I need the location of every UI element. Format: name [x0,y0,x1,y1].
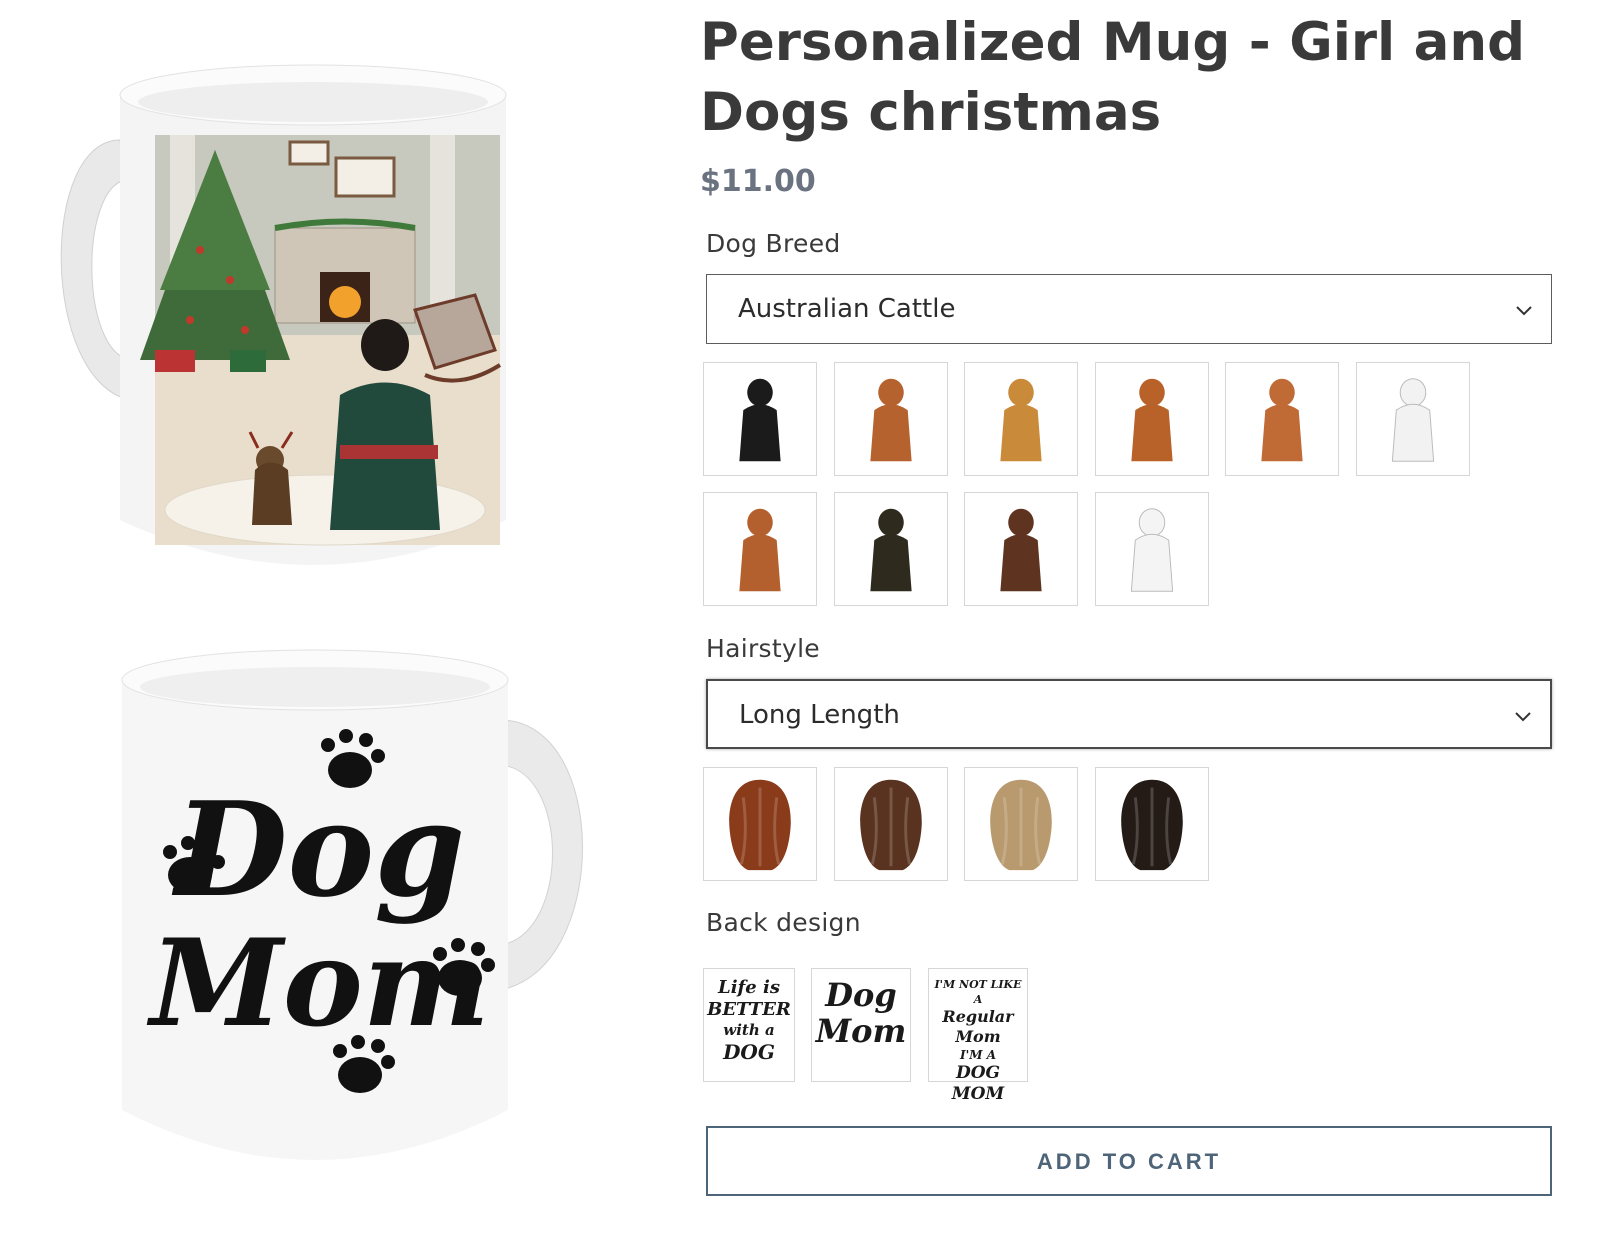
back-design-swatch[interactable]: Life is BETTER with a DOG [703,968,795,1082]
dog-breed-selected-value: Australian Cattle [738,294,956,324]
dog-breed-swatch[interactable] [833,492,948,606]
hairstyle-swatch[interactable] [1094,767,1209,881]
dog-back-icon [1391,378,1434,462]
dog-breed-select[interactable]: Australian Cattle [706,274,1552,344]
hair-icon [729,779,791,871]
dog-breed-swatch[interactable] [703,492,817,606]
back-design-swatch[interactable]: Dog Mom [811,968,911,1082]
hairstyle-swatch[interactable] [703,767,817,881]
back-design-line: I'M NOT LIKE A [934,978,1022,1006]
back-design-line: BETTER [707,999,791,1020]
back-design-line: I'M A [959,1048,997,1062]
hairstyle-select[interactable]: Long Length [706,679,1552,749]
dog-back-icon [739,378,781,462]
mug-front-illustration [60,64,507,565]
hairstyle-swatch[interactable] [833,767,948,881]
back-design-line: DOG MOM [951,1063,1005,1104]
hair-icon [990,779,1052,871]
mug-back-illustration: Dog Mom [121,649,583,1160]
back-design-line: Mom [815,1012,907,1050]
back-design-preview-text: I'M NOT LIKE A Regular Mom I'M A DOG MOM [929,977,1027,1105]
mug-back-image[interactable]: Dog Mom [30,640,610,1220]
back-design-line: with a [723,1021,775,1039]
dog-breed-swatch[interactable] [1225,362,1339,476]
dog-back-icon [1000,508,1042,592]
dog-breed-swatch[interactable] [703,362,817,476]
dog-back-icon [1130,508,1173,592]
mug-front-image[interactable] [30,50,610,610]
back-design-line: Life is [718,977,780,998]
hair-icon [859,779,922,871]
dog-back-icon [869,378,912,462]
hairstyle-selected-value: Long Length [739,700,900,730]
back-design-preview-text: Life is BETTER with a DOG [704,977,794,1064]
back-design-line: Dog [825,976,897,1014]
hairstyle-label: Hairstyle [706,634,820,663]
mug-back-text-line2: Mom [146,913,490,1054]
back-design-preview-text: Dog Mom [812,977,910,1049]
dog-breed-swatch[interactable] [964,492,1078,606]
product-title: Personalized Mug - Girl and Dogs christm… [700,12,1526,143]
dog-back-icon [1000,378,1042,462]
dog-back-icon [1130,378,1173,462]
back-design-line: Regular Mom [942,1007,1014,1046]
dog-back-icon [869,508,912,592]
back-design-label: Back design [706,908,861,937]
product-price: $11.00 [700,164,816,199]
dog-back-icon [739,508,781,592]
mug-back-text-line1: Dog [171,773,465,926]
dog-breed-swatch[interactable] [833,362,948,476]
dog-breed-label: Dog Breed [706,229,841,258]
dog-breed-swatch[interactable] [964,362,1078,476]
back-design-line: DOG [723,1040,775,1064]
dog-breed-swatch[interactable] [1094,492,1209,606]
chevron-down-icon [1516,306,1532,316]
add-to-cart-button[interactable]: ADD TO CART [706,1126,1552,1196]
hairstyle-swatch[interactable] [964,767,1078,881]
hair-icon [1120,779,1183,871]
dog-breed-swatch[interactable] [1355,362,1470,476]
back-design-swatch[interactable]: I'M NOT LIKE A Regular Mom I'M A DOG MOM [928,968,1028,1104]
dog-breed-swatch[interactable] [1094,362,1209,476]
dog-back-icon [1261,378,1303,462]
chevron-down-icon [1515,712,1531,722]
